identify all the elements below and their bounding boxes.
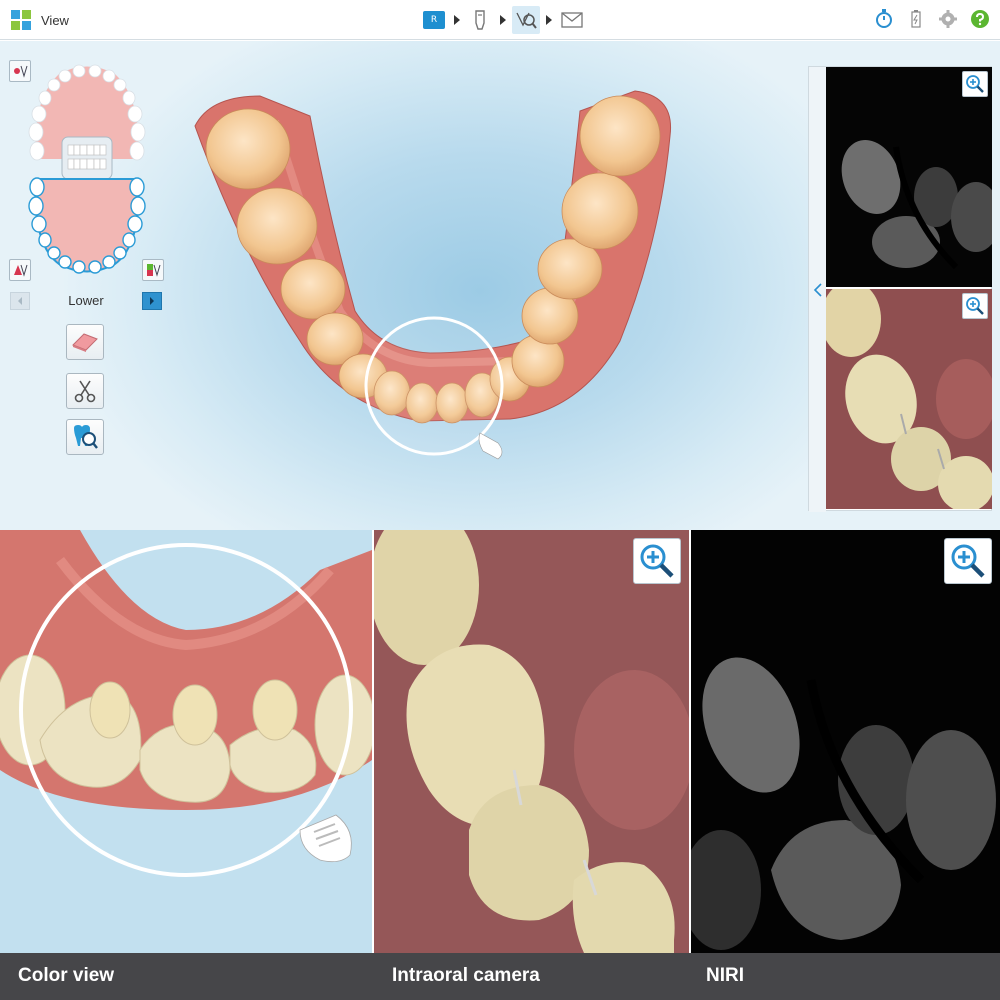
lower-arch-3d-model[interactable] (180, 41, 800, 530)
intraoral-camera-image (374, 530, 689, 953)
tooth-review-icon (74, 425, 98, 449)
bite-toggle-button[interactable] (142, 259, 164, 281)
zoom-in-icon (640, 544, 674, 578)
chevron-left-icon (813, 282, 822, 297)
scissors-icon (74, 380, 96, 403)
zoom-niri-image-button[interactable] (944, 538, 992, 584)
top-right-icons (874, 9, 990, 29)
workflow-steps: R (420, 6, 586, 34)
niri-image (691, 530, 1000, 953)
color-view-pane[interactable] (0, 530, 372, 953)
bite-toggle-icon (147, 264, 161, 277)
color-view-image (0, 530, 372, 953)
envelope-icon (561, 12, 583, 28)
model-viewport[interactable]: Lower (0, 41, 1000, 530)
gear-icon[interactable] (938, 9, 958, 29)
zoom-camera-image-button[interactable] (633, 538, 681, 584)
jaw-label: Lower (68, 293, 104, 308)
trim-button[interactable] (66, 373, 104, 409)
collapse-panel-button[interactable] (809, 67, 826, 512)
next-jaw-button[interactable] (142, 292, 162, 310)
chevron-left-icon (18, 297, 22, 305)
caption-color-view: Color view (18, 965, 115, 986)
page-title: View (41, 13, 69, 28)
battery-icon (906, 9, 926, 29)
step-view[interactable] (512, 6, 540, 34)
scanner-wand-icon (475, 10, 485, 30)
niri-pane[interactable] (691, 530, 1000, 953)
timer-icon[interactable] (874, 9, 894, 29)
lower-jaw-toggle-button[interactable] (9, 259, 31, 281)
niri-thumbnail-image (826, 67, 992, 287)
camera-thumbnail-image (826, 289, 992, 509)
left-tool-column: Lower (0, 41, 180, 530)
caption-intraoral-camera: Intraoral camera (392, 965, 540, 986)
image-thumbnail-panel (808, 66, 992, 512)
app-grid-logo-icon[interactable] (11, 10, 31, 30)
comparison-panels (0, 530, 1000, 953)
camera-thumbnail[interactable] (826, 289, 992, 509)
zoom-in-icon (966, 297, 984, 315)
zoom-niri-thumbnail-button[interactable] (962, 71, 988, 97)
eraser-button[interactable] (66, 324, 104, 360)
top-bar: View R (0, 0, 1000, 40)
zoom-in-icon (951, 544, 985, 578)
zoom-in-icon (966, 75, 984, 93)
niri-thumbnail[interactable] (826, 67, 992, 287)
step-send[interactable] (558, 6, 586, 34)
view-tools-icon (516, 12, 537, 29)
step-arrow-icon (454, 15, 460, 25)
help-icon[interactable] (970, 9, 990, 29)
rx-form-icon: R (423, 11, 445, 29)
lower-jaw-toggle-icon (14, 264, 28, 277)
jaw-diagram[interactable] (24, 59, 150, 279)
caption-niri: NIRI (706, 965, 744, 986)
step-rx[interactable]: R (420, 6, 448, 34)
scanner-view-app: View R Lower Color view Intraoral camera… (0, 0, 1000, 1000)
eraser-icon (72, 333, 98, 352)
chevron-right-icon (150, 297, 154, 305)
step-arrow-icon (546, 15, 552, 25)
zoom-camera-thumbnail-button[interactable] (962, 293, 988, 319)
tooth-review-button[interactable] (66, 419, 104, 455)
caption-bar: Color view Intraoral camera NIRI (0, 953, 1000, 1000)
previous-jaw-button[interactable] (10, 292, 30, 310)
intraoral-camera-pane[interactable] (374, 530, 689, 953)
step-arrow-icon (500, 15, 506, 25)
step-scan[interactable] (466, 6, 494, 34)
